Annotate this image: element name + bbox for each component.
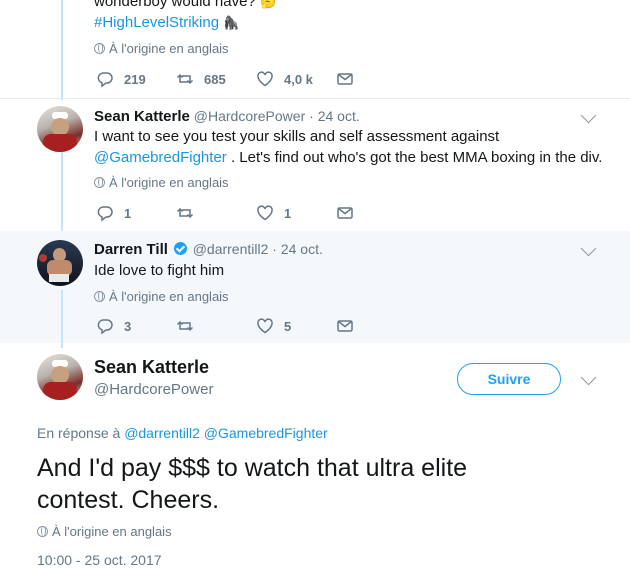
reply-count: 3	[124, 318, 132, 334]
tweet-header: Darren Till @darrentill2 · 24 oct.	[94, 241, 323, 258]
avatar[interactable]	[37, 240, 83, 286]
reply-icon	[97, 72, 113, 88]
tweet-text: Ide love to fight him	[94, 262, 225, 279]
translation-note[interactable]: À l'origine en anglais	[94, 175, 229, 190]
direct-message-button[interactable]	[336, 204, 416, 222]
tweet-timestamp[interactable]: 10:00 - 25 oct. 2017	[37, 552, 162, 568]
tweet-text: I want to see you test your skills and s…	[94, 128, 603, 166]
retweet-icon	[176, 320, 194, 332]
tweet-actions: 219 685 4,0 k	[96, 70, 416, 88]
reply-count: 1	[124, 205, 132, 221]
tweet-date[interactable]: · 24 oct.	[309, 108, 360, 124]
envelope-icon	[337, 207, 353, 219]
retweet-count: 685	[204, 71, 226, 87]
reply-count: 219	[124, 71, 146, 87]
reply-context: En réponse à @darrentill2 @GamebredFight…	[37, 425, 328, 441]
like-count: 5	[284, 318, 292, 334]
globe-icon	[94, 291, 105, 302]
tweet-hashtag-line: #HighLevelStriking 🦍	[94, 12, 239, 33]
author-handle[interactable]: @darrentill2	[193, 241, 269, 257]
main-tweet-text: And I'd pay $$$ to watch that ultra elit…	[37, 454, 468, 514]
like-button[interactable]: 4,0 k	[256, 70, 336, 88]
globe-icon	[37, 526, 48, 537]
gorilla-emoji: 🦍	[223, 15, 240, 30]
tweet-date[interactable]: · 24 oct.	[272, 241, 323, 257]
heart-icon	[257, 318, 273, 334]
author-name[interactable]: Sean Katterle	[94, 108, 190, 125]
direct-message-button[interactable]	[336, 70, 416, 88]
translation-note[interactable]: À l'origine en anglais	[37, 524, 172, 539]
divider	[0, 98, 630, 99]
mention-link[interactable]: @darrentill2	[124, 425, 200, 441]
reply-icon	[97, 319, 113, 335]
author-name[interactable]: Darren Till	[94, 241, 168, 258]
tweet-actions: 3 5	[96, 317, 416, 335]
globe-icon	[94, 43, 105, 54]
retweet-button[interactable]: 685	[176, 70, 256, 88]
heart-icon	[257, 205, 273, 221]
retweet-button[interactable]	[176, 204, 256, 222]
like-button[interactable]: 1	[256, 204, 336, 222]
globe-icon	[94, 177, 105, 188]
direct-message-button[interactable]	[336, 317, 416, 335]
author-handle[interactable]: @HardcorePower	[194, 108, 305, 124]
follow-button[interactable]: Suivre	[457, 363, 561, 395]
tweet-text: wonderboy would have? 🤔	[94, 0, 277, 10]
envelope-icon	[337, 73, 353, 85]
avatar[interactable]	[37, 354, 83, 400]
translation-note[interactable]: À l'origine en anglais	[94, 289, 229, 304]
chevron-down-icon[interactable]	[580, 107, 597, 124]
author-handle[interactable]: @HardcorePower	[94, 381, 213, 398]
like-count: 1	[284, 205, 292, 221]
like-button[interactable]: 5	[256, 317, 336, 335]
thread-line	[61, 0, 63, 100]
avatar[interactable]	[37, 106, 83, 152]
verified-badge-icon	[173, 242, 187, 255]
retweet-icon	[176, 207, 194, 219]
reply-button[interactable]: 1	[96, 204, 176, 222]
reply-icon	[97, 206, 113, 222]
chevron-down-icon[interactable]	[580, 369, 597, 386]
hashtag-link[interactable]: #HighLevelStriking	[94, 14, 219, 31]
mention-link[interactable]: @GamebredFighter	[94, 149, 227, 166]
thread-line	[61, 152, 63, 236]
retweet-icon	[176, 73, 194, 85]
reply-button[interactable]: 3	[96, 317, 176, 335]
mention-link[interactable]: @GamebredFighter	[204, 425, 328, 441]
thread-line	[61, 290, 63, 348]
tweet-actions: 1 1	[96, 204, 416, 222]
like-count: 4,0 k	[284, 71, 313, 87]
tweet-header: Sean Katterle @HardcorePower · 24 oct.	[94, 108, 360, 125]
retweet-button[interactable]	[176, 317, 256, 335]
reply-button[interactable]: 219	[96, 70, 176, 88]
author-name[interactable]: Sean Katterle	[94, 357, 209, 378]
heart-icon	[257, 71, 273, 87]
envelope-icon	[337, 320, 353, 332]
translation-note[interactable]: À l'origine en anglais	[94, 41, 229, 56]
